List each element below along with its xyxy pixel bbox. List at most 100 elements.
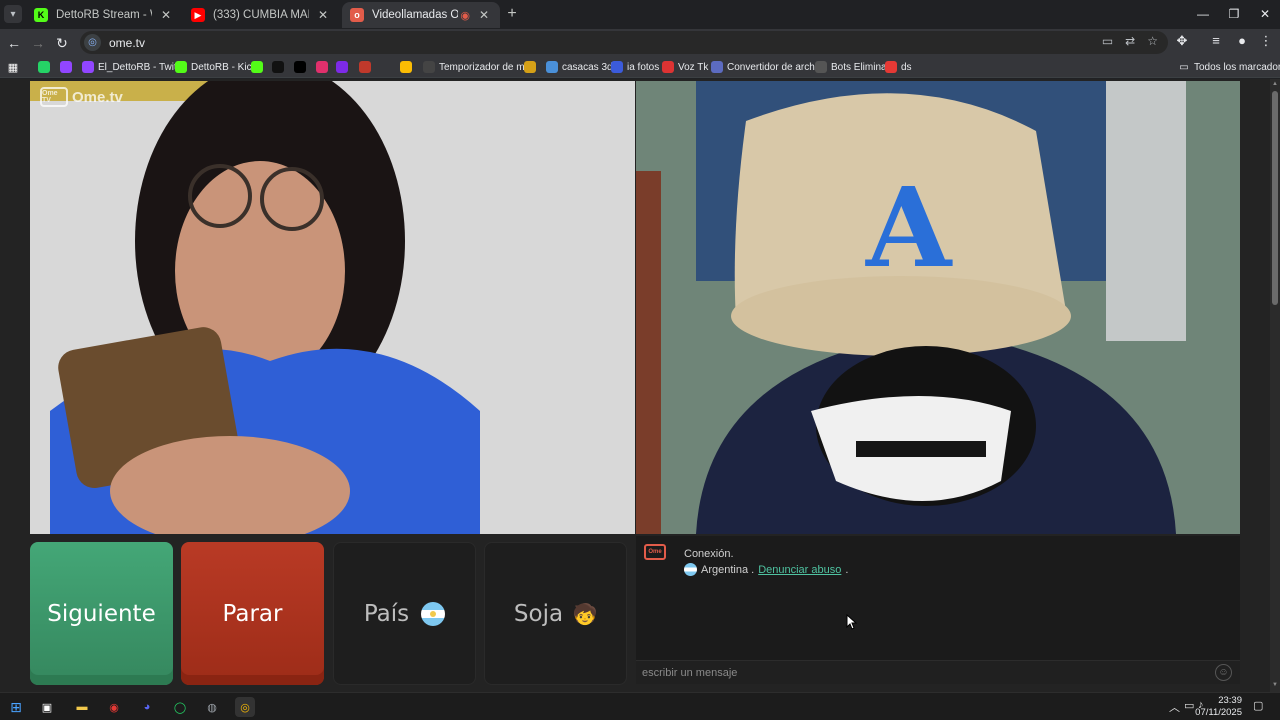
scrollbar-thumb[interactable] [1272, 91, 1278, 305]
ai-icon [611, 61, 623, 73]
reload-button[interactable]: ↻ [52, 33, 72, 53]
boy-face-icon: 🧒 [572, 601, 598, 626]
bookmark-item[interactable]: Temporizador de m... [423, 59, 533, 75]
window-close-button[interactable]: ✕ [1248, 0, 1280, 28]
obs-icon[interactable]: ◍ [202, 697, 222, 717]
browser-toolbar: ← → ↻ ◎ ome.tv ▭ ⇄ ☆ ✥ ≡ ● ⋮ [0, 29, 1280, 56]
translate-icon[interactable]: ⇄ [1125, 34, 1135, 48]
extensions-icon[interactable]: ✥ [1172, 33, 1192, 49]
report-abuse-link[interactable]: Denunciar abuso [758, 564, 841, 576]
bookmarks-bar: ▦ El_DettoRB - Twitch DettoRB - Kick Tempo… [0, 56, 1280, 78]
converter-icon [711, 61, 723, 73]
stop-button-label: Parar [222, 600, 283, 627]
bookmark-item[interactable] [251, 59, 267, 75]
instagram-icon [316, 61, 328, 73]
forward-button[interactable]: → [28, 33, 48, 53]
notifications-icon[interactable]: ▢ [1253, 699, 1263, 712]
bookmark-label: Temporizador de m... [439, 61, 533, 73]
bookmark-item[interactable]: El_DettoRB - Twitch [82, 59, 187, 75]
bookmark-item[interactable] [294, 59, 310, 75]
gender-filter-button[interactable]: Soja 🧒 [484, 542, 627, 685]
minimize-button[interactable]: — [1186, 0, 1220, 28]
url-text[interactable]: ome.tv [109, 36, 145, 50]
argentina-flag-icon [684, 563, 697, 576]
bookmark-item[interactable]: Bots Eliminar [815, 59, 890, 75]
tab-ometv[interactable]: o Videollamadas OmeTV — A ◉ ✕ [342, 2, 500, 28]
menu-icon[interactable]: ⋮ [1256, 33, 1276, 49]
bookmark-item[interactable]: ds [885, 59, 912, 75]
partner-video: Ome TV Ome.tv [30, 81, 635, 534]
page-scrollbar[interactable]: ▲ ▼ [1270, 79, 1280, 692]
network-icon[interactable]: ▭ [1184, 699, 1194, 712]
chat-message-input[interactable] [642, 664, 1202, 682]
cast-icon[interactable]: ▭ [1102, 34, 1113, 48]
back-button[interactable]: ← [4, 33, 24, 53]
bookmark-item[interactable]: Voz Tk [662, 59, 708, 75]
bookmark-item[interactable] [60, 59, 76, 75]
tab-dettorb-stream[interactable]: K DettoRB Stream - Watch Live o ✕ [26, 2, 182, 28]
bookmark-label: Convertidor de arch... [727, 61, 824, 73]
all-bookmarks-folder[interactable]: ▭ Todos los marcadores [1178, 59, 1280, 75]
bot-icon [815, 61, 827, 73]
discord-icon[interactable]: ◕ [137, 697, 157, 717]
connection-message: Conexión. [684, 548, 734, 560]
app-red-icon[interactable]: ◉ [104, 697, 124, 717]
media-control-icon[interactable]: ≡ [1206, 33, 1226, 48]
tab-search-button[interactable]: ▾ [4, 5, 22, 23]
kick-icon: K [34, 8, 48, 22]
discord-icon [885, 61, 897, 73]
scroll-down-arrow-icon[interactable]: ▼ [1271, 682, 1279, 690]
address-bar[interactable]: ◎ ome.tv ▭ ⇄ ☆ [80, 31, 1168, 54]
recording-icon: ◉ [460, 9, 470, 22]
bookmark-label: DettoRB - Kick [191, 61, 257, 73]
new-tab-button[interactable]: + [503, 5, 521, 23]
ometv-icon: o [350, 8, 364, 22]
folder-icon: ▭ [1179, 61, 1189, 73]
bookmark-item[interactable] [400, 59, 416, 75]
file-explorer-icon[interactable]: ▬ [72, 697, 92, 717]
restore-button[interactable]: ❐ [1217, 0, 1251, 28]
windows-start-icon[interactable]: ⊞ [6, 697, 26, 717]
scroll-up-arrow-icon[interactable]: ▲ [1271, 81, 1279, 89]
whatsapp-icon[interactable]: ◯ [170, 697, 190, 717]
site-info-icon[interactable]: ◎ [84, 34, 101, 51]
stop-button[interactable]: Parar [181, 542, 324, 685]
self-video: A [636, 81, 1240, 534]
next-button[interactable]: Siguiente [30, 542, 173, 685]
bookmark-item[interactable] [38, 59, 54, 75]
bookmark-item[interactable] [316, 59, 332, 75]
bookmark-item[interactable] [359, 59, 375, 75]
bookmark-item[interactable]: Convertidor de arch... [711, 59, 823, 75]
country-filter-button[interactable]: País [333, 542, 476, 685]
bookmark-item[interactable]: ia fotos [611, 59, 659, 75]
app-icon [359, 61, 371, 73]
bookmark-item[interactable]: DettoRB - Kick [175, 59, 257, 75]
apps-grid-icon[interactable]: ▦ [7, 59, 23, 75]
logo-text: Ome.tv [72, 88, 123, 106]
tab-title: Videollamadas OmeTV — A [372, 9, 459, 21]
bookmark-item[interactable]: casacas 3d [546, 59, 613, 75]
tray-overflow-icon[interactable]: ︿ [1169, 699, 1180, 715]
logo-box: Ome TV [40, 87, 68, 107]
ometv-logo: Ome TV Ome.tv [40, 87, 123, 107]
omnibox-actions: ▭ ⇄ ☆ [1102, 34, 1158, 48]
ometv-page: Ome TV Ome.tv A Siguiente Parar País Soj… [0, 79, 1270, 692]
twitch-icon [82, 61, 94, 73]
tab-cumbia-mafia[interactable]: ▶ (333) CUMBIA MAFIA - NEGRO ✕ [183, 2, 339, 28]
profile-avatar[interactable]: ● [1232, 33, 1252, 48]
voice-icon [662, 61, 674, 73]
bookmark-item[interactable] [524, 59, 540, 75]
task-view-icon[interactable]: ▣ [37, 697, 57, 717]
ometv-chat-logo-icon: Ome [644, 544, 666, 560]
system-clock[interactable]: 23:39 07/11/2025 [1195, 695, 1242, 719]
emoji-icon[interactable]: ☺ [1215, 664, 1232, 681]
bookmark-item[interactable] [272, 59, 288, 75]
bookmark-star-icon[interactable]: ☆ [1147, 34, 1158, 48]
bookmark-label: Bots Eliminar [831, 61, 890, 73]
close-icon[interactable]: ✕ [315, 8, 331, 22]
close-icon[interactable]: ✕ [158, 8, 174, 22]
chrome-icon[interactable]: ◎ [235, 697, 255, 717]
close-icon[interactable]: ✕ [476, 8, 492, 22]
youtube-icon: ▶ [191, 8, 205, 22]
bookmark-item[interactable] [336, 59, 352, 75]
